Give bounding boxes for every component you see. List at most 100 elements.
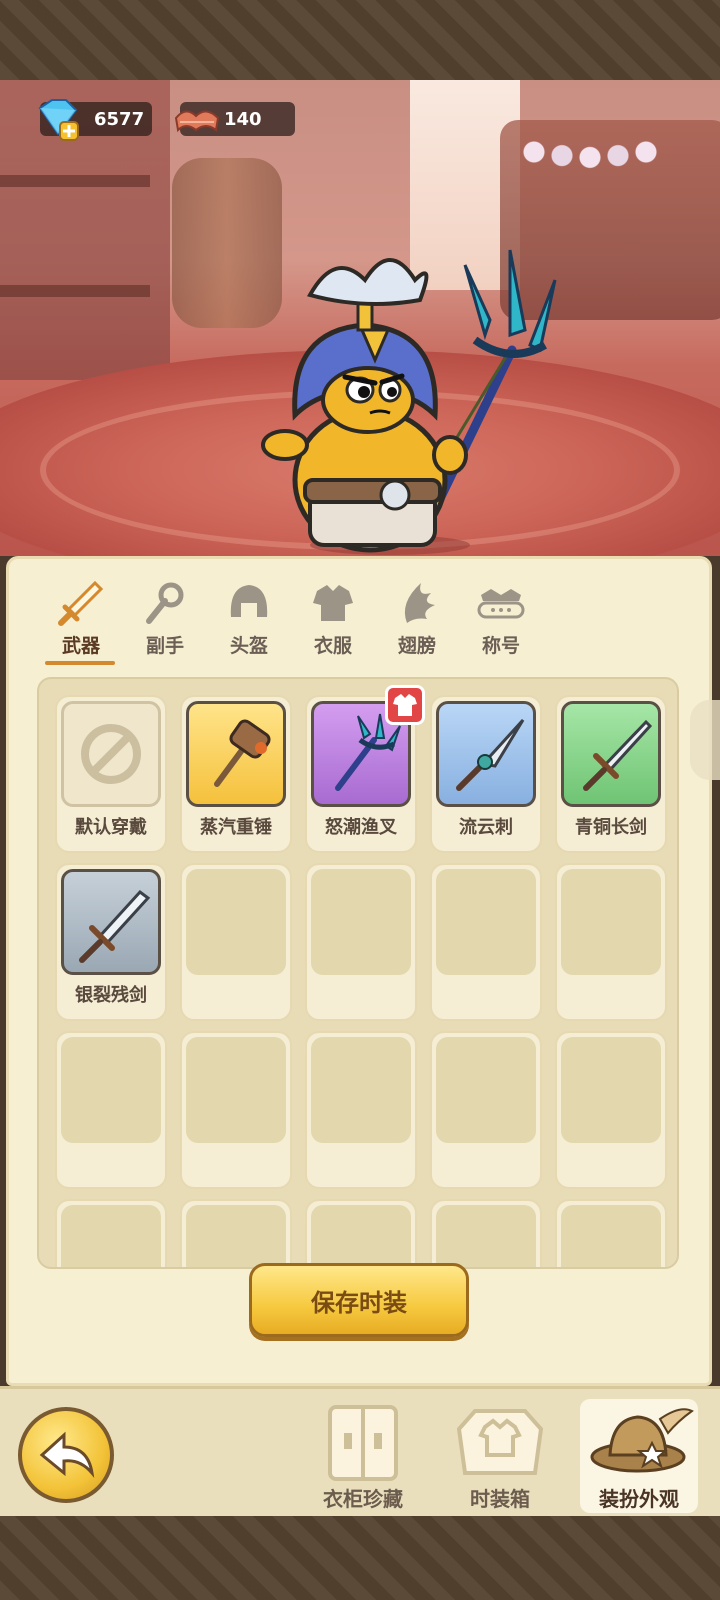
item-slot xyxy=(186,1205,286,1267)
item-slot xyxy=(311,1205,411,1267)
tab-clothes[interactable]: 衣服 xyxy=(291,577,375,667)
hero-character[interactable] xyxy=(250,240,570,556)
empty-item-slot[interactable] xyxy=(555,863,667,1021)
nav-label: 时装箱 xyxy=(470,1487,530,1511)
top-decor-strip xyxy=(0,0,720,80)
fabric-count: 140 xyxy=(224,108,262,130)
shelf xyxy=(0,175,150,187)
item-slot xyxy=(311,1037,411,1143)
gem-count: 6577 xyxy=(94,108,145,130)
back-arrow-icon xyxy=(39,1431,95,1478)
empty-item-slot[interactable] xyxy=(55,1199,167,1267)
item-grid-container[interactable]: 默认穿戴 蒸汽重锤 怒潮渔叉 流云刺 青铜长剑 银裂残剑 xyxy=(37,677,679,1269)
active-tab-indicator xyxy=(45,661,115,665)
item-cell-longsword[interactable]: 青铜长剑 xyxy=(555,695,667,853)
item-slot xyxy=(561,1037,661,1143)
item-slot xyxy=(436,1205,536,1267)
bottom-navigation: 衣柜珍藏 时装箱 装扮外观 xyxy=(0,1386,720,1516)
save-costume-button[interactable]: 保存时装 xyxy=(249,1263,469,1337)
shelf xyxy=(0,285,150,297)
nav-label: 装扮外观 xyxy=(599,1487,679,1511)
sword-icon xyxy=(58,580,104,626)
empty-item-slot[interactable] xyxy=(180,1199,292,1267)
tab-wings[interactable]: 翅膀 xyxy=(375,577,459,667)
item-slot xyxy=(186,1037,286,1143)
offhand-staff-icon xyxy=(146,582,184,624)
longsword-icon xyxy=(583,719,653,791)
item-name: 蒸汽重锤 xyxy=(200,817,272,838)
item-slot xyxy=(561,1205,661,1267)
item-slot xyxy=(61,701,161,807)
new-outfit-badge xyxy=(385,685,425,725)
costume-panel: 武器 副手 头盔 衣服 翅膀 称号 默认穿戴 蒸汽重锤 怒潮渔叉 流云刺 青铜长… xyxy=(6,556,712,1386)
wardrobe-icon xyxy=(328,1405,398,1481)
item-cell-spear[interactable]: 流云刺 xyxy=(430,695,542,853)
empty-item-slot[interactable] xyxy=(305,1199,417,1267)
item-slot xyxy=(311,869,411,975)
empty-item-slot[interactable] xyxy=(430,863,542,1021)
tab-label: 副手 xyxy=(145,635,184,657)
nav-fashion-box[interactable]: 时装箱 xyxy=(445,1399,555,1513)
item-slot xyxy=(61,1205,161,1267)
spear-icon xyxy=(456,718,525,791)
item-grid: 默认穿戴 蒸汽重锤 怒潮渔叉 流云刺 青铜长剑 银裂残剑 xyxy=(55,685,667,1267)
item-name: 银裂残剑 xyxy=(75,985,147,1006)
pearl-necklace xyxy=(520,134,660,170)
armor-icon xyxy=(313,585,353,621)
hammer-icon xyxy=(214,719,271,787)
tab-helmet[interactable]: 头盔 xyxy=(207,577,291,667)
item-cell-hammer[interactable]: 蒸汽重锤 xyxy=(180,695,292,853)
character-scene xyxy=(0,80,720,556)
broken-sword-icon xyxy=(79,889,151,963)
nav-wardrobe[interactable]: 衣柜珍藏 xyxy=(308,1399,418,1513)
fabric-counter[interactable]: 140 xyxy=(174,102,295,136)
tab-title[interactable]: 称号 xyxy=(459,577,543,667)
nav-label: 衣柜珍藏 xyxy=(323,1487,403,1511)
tab-label: 称号 xyxy=(481,635,520,657)
wing-icon xyxy=(404,583,435,623)
cloth-roll-icon xyxy=(174,110,220,133)
item-slot xyxy=(561,701,661,807)
empty-item-slot[interactable] xyxy=(305,1031,417,1189)
empty-item-slot[interactable] xyxy=(180,863,292,1021)
hat-icon xyxy=(590,1408,694,1473)
tab-label: 头盔 xyxy=(229,635,268,657)
back-button[interactable] xyxy=(18,1407,114,1503)
item-cell-trident[interactable]: 怒潮渔叉 xyxy=(305,685,425,853)
empty-item-slot[interactable] xyxy=(555,1031,667,1189)
nav-dress-up[interactable]: 装扮外观 xyxy=(580,1399,698,1513)
helmet-icon xyxy=(230,585,268,617)
item-slot xyxy=(436,1037,536,1143)
side-drawer-handle[interactable] xyxy=(690,700,720,780)
empty-item-slot[interactable] xyxy=(555,1199,667,1267)
item-name: 青铜长剑 xyxy=(575,817,647,838)
item-cell-broken-sword[interactable]: 银裂残剑 xyxy=(55,863,167,1021)
item-name: 流云刺 xyxy=(459,817,513,838)
diamond-plus-icon[interactable] xyxy=(32,96,80,142)
item-slot xyxy=(186,869,286,975)
tab-label: 翅膀 xyxy=(397,635,436,657)
bottom-decor-strip xyxy=(0,1516,720,1600)
tab-label: 武器 xyxy=(61,635,100,657)
item-slot xyxy=(436,701,536,807)
empty-item-slot[interactable] xyxy=(430,1199,542,1267)
title-crown-icon xyxy=(477,589,525,619)
item-slot xyxy=(186,701,286,807)
category-tabs: 武器 副手 头盔 衣服 翅膀 称号 xyxy=(39,577,559,667)
empty-item-slot[interactable] xyxy=(180,1031,292,1189)
item-slot xyxy=(436,869,536,975)
item-slot xyxy=(61,1037,161,1143)
tab-weapon[interactable]: 武器 xyxy=(39,577,123,667)
none-icon xyxy=(81,724,141,784)
item-slot xyxy=(61,869,161,975)
tab-offhand[interactable]: 副手 xyxy=(123,577,207,667)
item-cell-default[interactable]: 默认穿戴 xyxy=(55,695,167,853)
empty-item-slot[interactable] xyxy=(430,1031,542,1189)
item-name: 默认穿戴 xyxy=(75,817,147,838)
tab-label: 衣服 xyxy=(313,635,352,657)
empty-item-slot[interactable] xyxy=(305,863,417,1021)
fashion-box-icon xyxy=(456,1409,544,1475)
gem-counter[interactable]: 6577 xyxy=(38,99,152,141)
empty-item-slot[interactable] xyxy=(55,1031,167,1189)
item-name: 怒潮渔叉 xyxy=(325,817,397,838)
